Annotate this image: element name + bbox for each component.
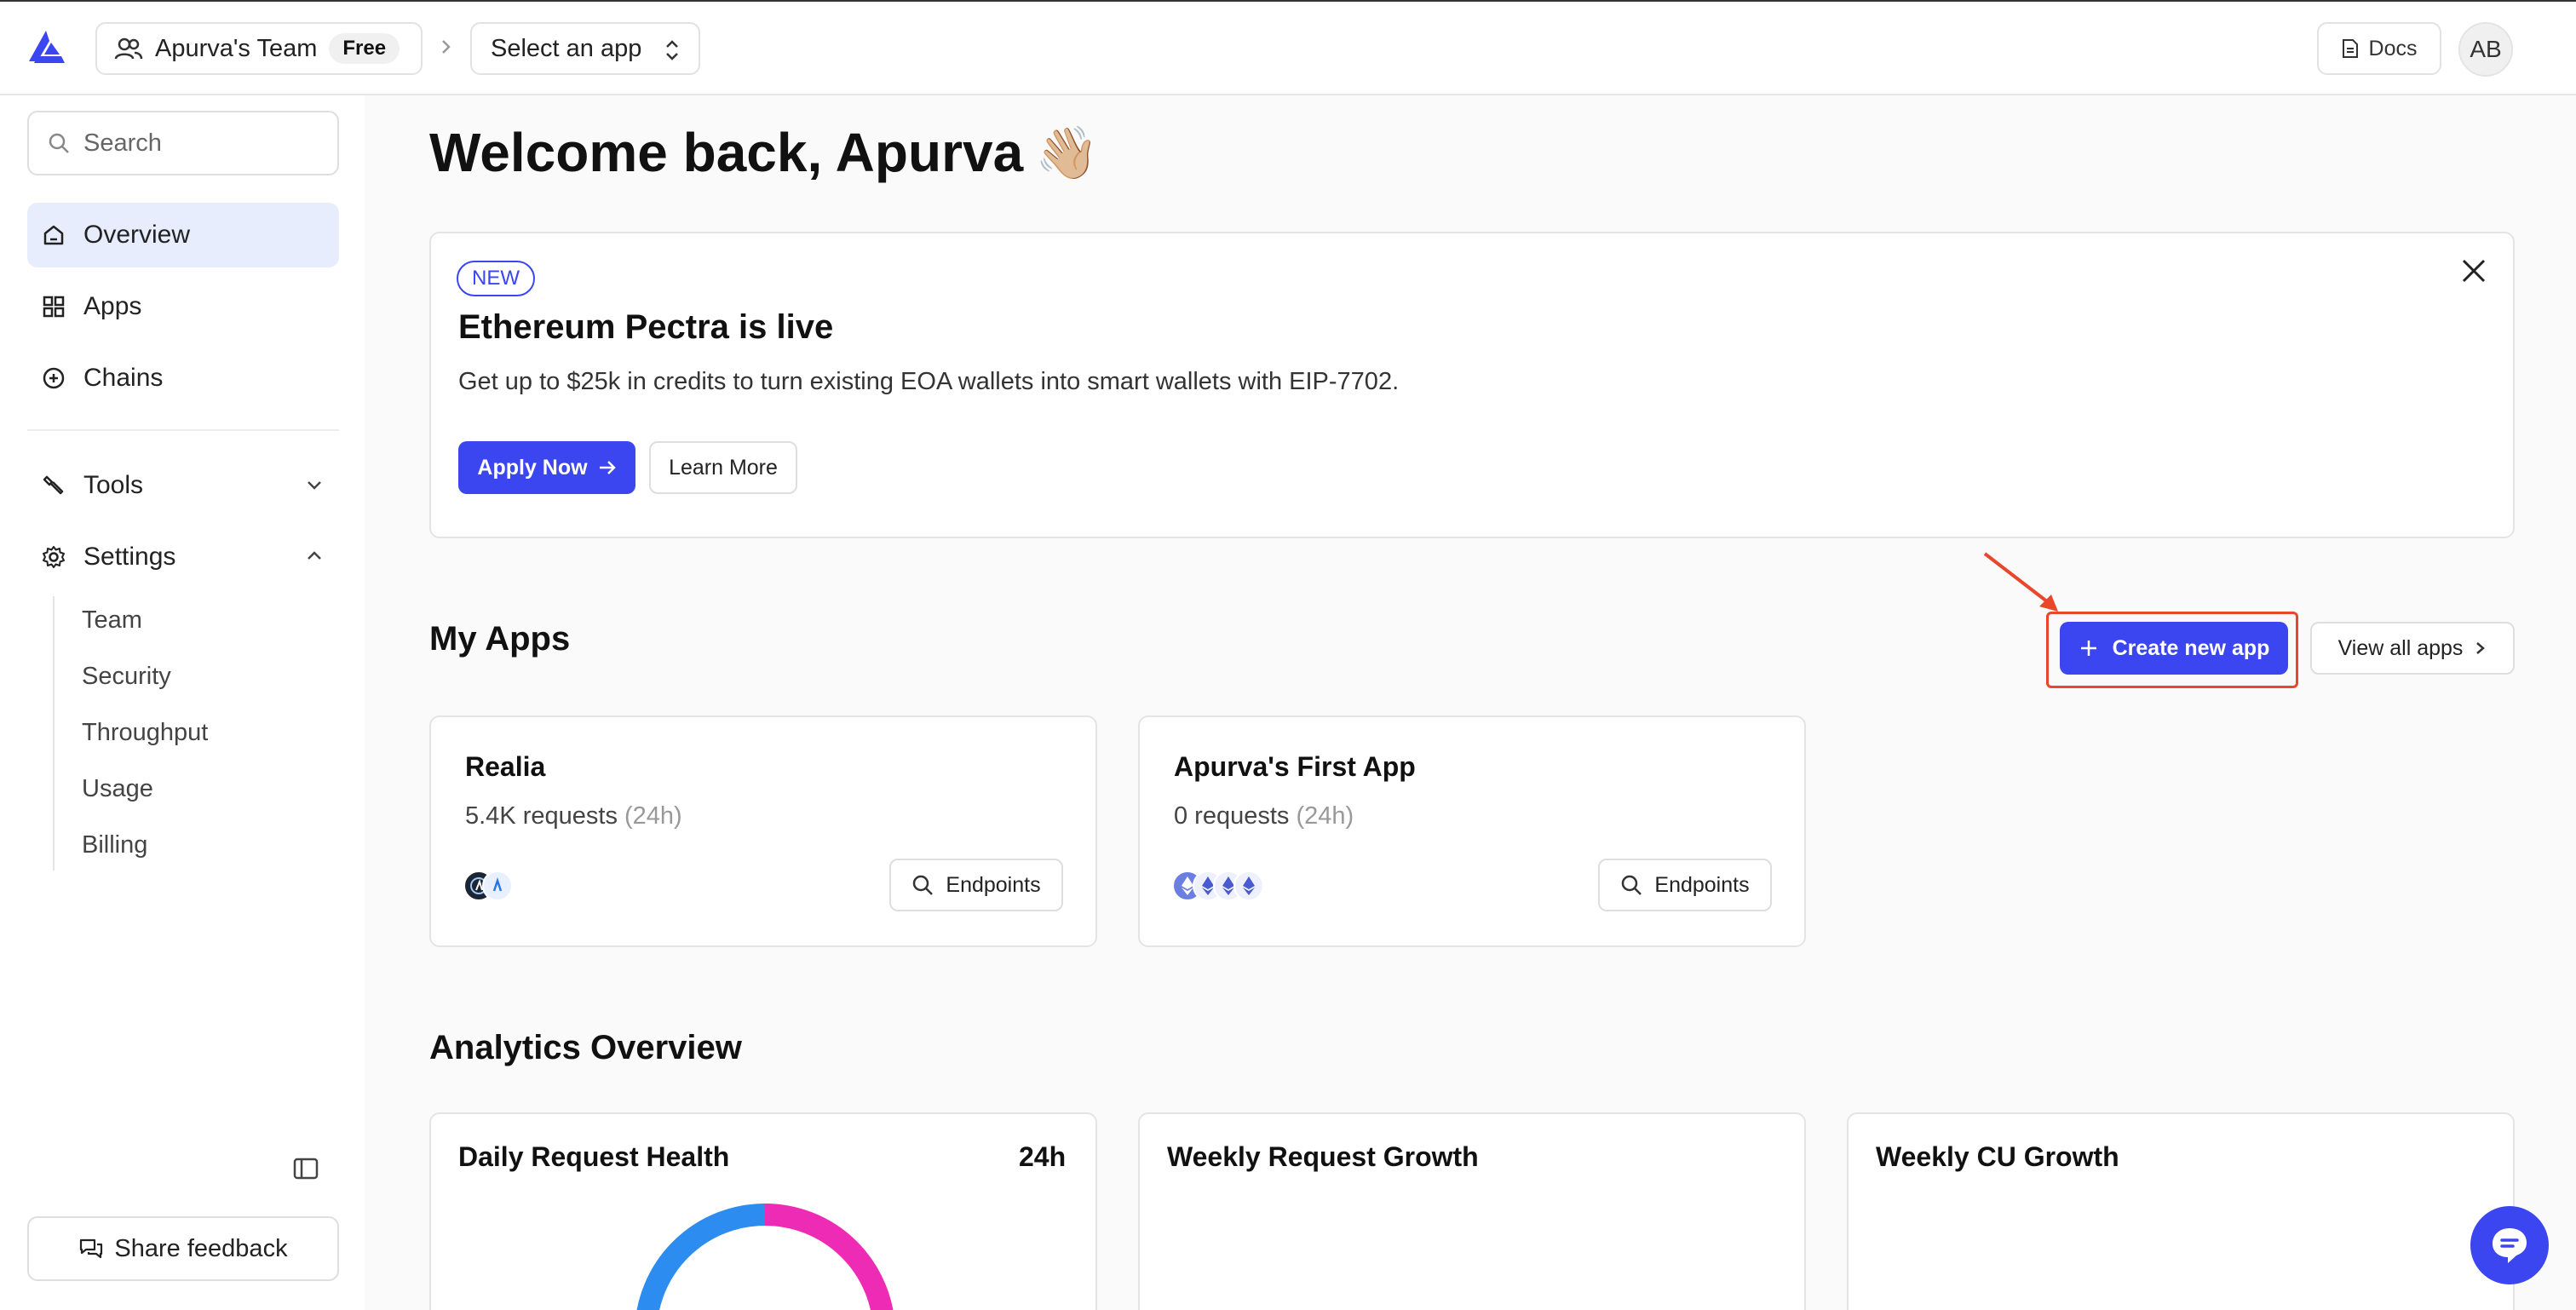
- avatar[interactable]: AB: [2458, 22, 2513, 77]
- banner-description: Get up to $25k in credits to turn existi…: [458, 368, 1400, 395]
- users-icon: [114, 37, 143, 60]
- plus-icon: [2080, 641, 2096, 656]
- page-title: Welcome back, Apurva 👋🏼: [429, 121, 1099, 184]
- app-requests: 0 requests (24h): [1174, 802, 1354, 830]
- chevron-up-down-icon: [666, 40, 678, 60]
- search-icon: [49, 133, 69, 153]
- view-all-label: View all apps: [2337, 635, 2464, 660]
- home-icon: [39, 221, 68, 250]
- close-icon[interactable]: [2458, 256, 2489, 286]
- gear-icon: [39, 543, 68, 572]
- sidebar-item-tools[interactable]: Tools: [27, 453, 339, 518]
- sidebar-item-settings[interactable]: Settings: [27, 525, 339, 589]
- apply-label: Apply Now: [477, 455, 588, 480]
- view-all-apps-button[interactable]: View all apps: [2310, 622, 2515, 675]
- wrench-icon: [39, 471, 68, 500]
- analytics-title: Analytics Overview: [429, 1029, 742, 1066]
- sidebar-item-label: Apps: [83, 292, 142, 320]
- request-period: (24h): [1296, 802, 1354, 830]
- sidebar-divider: [27, 429, 339, 431]
- request-count: 0 requests: [1174, 802, 1290, 830]
- chat-icon: [80, 1238, 103, 1259]
- chain-icons: [463, 870, 513, 901]
- apply-now-button[interactable]: Apply Now: [458, 441, 635, 494]
- learn-more-button[interactable]: Learn More: [649, 441, 797, 494]
- sidebar-item-chains[interactable]: Chains: [27, 346, 339, 411]
- sidebar-subitem-team[interactable]: Team: [82, 599, 142, 641]
- app-card-realia[interactable]: [429, 715, 1097, 947]
- chevron-down-icon: [308, 481, 321, 490]
- plus-circle-icon: [39, 364, 68, 393]
- analytics-card-title: Weekly CU Growth: [1876, 1141, 2119, 1172]
- welcome-text: Welcome back, Apurva: [429, 122, 1024, 183]
- app-name: Realia: [465, 751, 546, 782]
- search-placeholder: Search: [83, 129, 162, 157]
- app-card-apurvas-first-app[interactable]: [1138, 715, 1806, 947]
- docs-button[interactable]: Docs: [2317, 22, 2441, 75]
- search-icon: [1622, 875, 1642, 895]
- app-name: Apurva's First App: [1174, 751, 1416, 782]
- search-icon: [913, 875, 934, 895]
- chevron-up-icon: [308, 551, 321, 560]
- app-select[interactable]: Select an app: [470, 22, 700, 75]
- grid-icon: [39, 292, 68, 321]
- waving-hand-icon: 👋🏼: [1035, 124, 1099, 181]
- endpoints-label: Endpoints: [1654, 872, 1750, 897]
- ethereum-icon: [1233, 870, 1264, 901]
- endpoints-label: Endpoints: [946, 872, 1041, 897]
- share-feedback-button[interactable]: Share feedback: [27, 1216, 339, 1281]
- sidebar-collapse-icon[interactable]: [293, 1157, 319, 1181]
- annotation-arrow: [1983, 552, 2058, 612]
- chat-icon: [2493, 1228, 2527, 1263]
- docs-label: Docs: [2368, 36, 2418, 60]
- support-chat-button[interactable]: [2470, 1206, 2549, 1284]
- create-label: Create new app: [2112, 635, 2270, 660]
- app-select-label: Select an app: [491, 34, 642, 62]
- settings-subnav-line: [53, 596, 55, 870]
- search-input[interactable]: Search: [27, 111, 339, 175]
- sidebar-item-label: Tools: [83, 471, 144, 499]
- analytics-card-title: Weekly Request Growth: [1167, 1141, 1479, 1172]
- endpoints-button[interactable]: Endpoints: [1598, 859, 1772, 911]
- app-requests: 5.4K requests (24h): [465, 802, 682, 830]
- chevron-right-icon: [442, 40, 451, 54]
- donut-chart: [636, 1204, 894, 1310]
- sidebar-subitem-usage[interactable]: Usage: [82, 767, 153, 810]
- analytics-period: 24h: [1019, 1141, 1067, 1172]
- chevron-right-icon: [2476, 642, 2486, 654]
- create-new-app-button[interactable]: Create new app: [2060, 622, 2288, 675]
- arrow-right-icon: [599, 461, 616, 474]
- arbitrum-icon: [482, 870, 513, 901]
- sidebar-item-overview[interactable]: Overview: [27, 203, 339, 267]
- request-period: (24h): [624, 802, 682, 830]
- sidebar-subitem-throughput[interactable]: Throughput: [82, 711, 208, 754]
- endpoints-button[interactable]: Endpoints: [889, 859, 1063, 911]
- feedback-label: Share feedback: [114, 1234, 288, 1262]
- plan-badge: Free: [329, 33, 400, 64]
- team-name: Apurva's Team: [155, 34, 318, 62]
- analytics-card-title: Daily Request Health: [458, 1141, 730, 1172]
- my-apps-title: My Apps: [429, 620, 571, 658]
- request-count: 5.4K requests: [465, 802, 618, 830]
- chain-icons: [1172, 870, 1264, 901]
- sidebar-item-apps[interactable]: Apps: [27, 274, 339, 339]
- banner-title: Ethereum Pectra is live: [458, 308, 834, 346]
- document-icon: [2342, 39, 2358, 58]
- team-switcher[interactable]: Apurva's Team Free: [95, 22, 423, 75]
- sidebar-item-label: Overview: [83, 221, 191, 249]
- sidebar-subitem-billing[interactable]: Billing: [82, 824, 147, 866]
- sidebar-item-label: Settings: [83, 543, 176, 571]
- sidebar-item-label: Chains: [83, 364, 164, 392]
- new-badge: NEW: [457, 261, 535, 296]
- alchemy-logo-icon[interactable]: [26, 29, 70, 66]
- sidebar-subitem-security[interactable]: Security: [82, 655, 171, 698]
